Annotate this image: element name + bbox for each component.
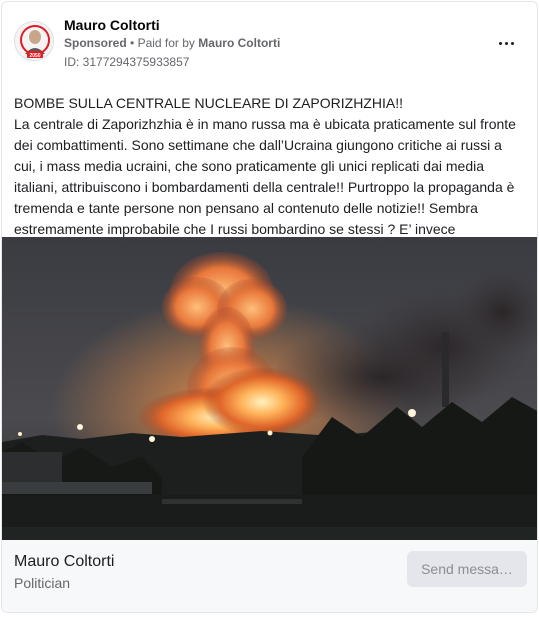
explosion-photo xyxy=(2,237,537,540)
avatar-image: 2050 xyxy=(15,22,53,60)
more-horizontal-icon xyxy=(497,41,515,45)
post-body: BOMBE SULLA CENTRALE NUCLEARE DI ZAPORIZ… xyxy=(14,93,526,261)
paid-for-prefix: Paid for by xyxy=(137,36,195,50)
paid-for-name[interactable]: Mauro Coltorti xyxy=(198,36,280,50)
sponsored-label: Sponsored xyxy=(64,36,127,50)
page-name[interactable]: Mauro Coltorti xyxy=(64,17,160,33)
footer-category: Politician xyxy=(14,575,71,591)
avatar-badge-text: 2050 xyxy=(29,53,40,59)
post-header: 2050 Mauro Coltorti Sponsored • Paid for… xyxy=(2,2,537,82)
ad-footer: Mauro Coltorti Politician Send messa… xyxy=(2,540,537,612)
ad-card: 2050 Mauro Coltorti Sponsored • Paid for… xyxy=(1,1,538,613)
sponsored-line: Sponsored • Paid for by Mauro Coltorti xyxy=(64,36,280,50)
send-message-button[interactable]: Send messa… xyxy=(407,551,527,587)
post-image[interactable] xyxy=(2,237,537,540)
more-options-button[interactable] xyxy=(491,30,521,56)
post-headline: BOMBE SULLA CENTRALE NUCLEARE DI ZAPORIZ… xyxy=(14,95,403,111)
footer-page-name[interactable]: Mauro Coltorti xyxy=(14,553,114,571)
separator-dot: • xyxy=(130,36,135,50)
avatar[interactable]: 2050 xyxy=(14,21,54,61)
ad-id: ID: 3177294375933857 xyxy=(64,55,190,69)
